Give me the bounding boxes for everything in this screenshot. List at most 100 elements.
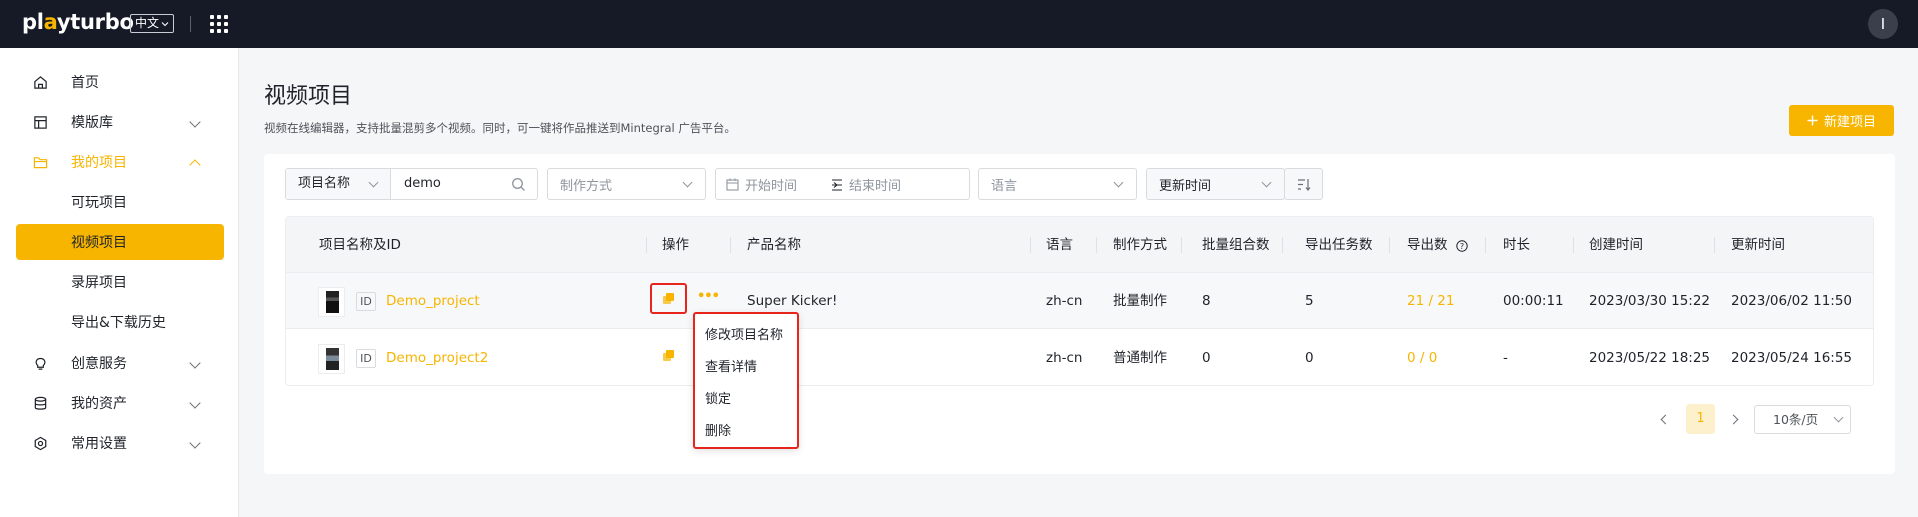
sidebar-item-my-assets[interactable]: 我的资产 <box>16 385 224 421</box>
sidebar-item-settings[interactable]: 常用设置 <box>16 425 224 461</box>
new-project-button[interactable]: 新建项目 <box>1789 105 1894 136</box>
menu-item-view-details[interactable]: 查看详情 <box>705 356 757 375</box>
chevron-down-icon <box>161 21 169 26</box>
chevron-down-icon <box>1833 412 1844 423</box>
language: zh-cn <box>1046 350 1083 366</box>
sidebar-item-my-projects[interactable]: 我的项目 <box>16 144 224 180</box>
sidebar-item-label: 我的资产 <box>71 396 127 412</box>
language-select[interactable]: 中文 <box>130 14 175 33</box>
database-icon <box>34 396 47 410</box>
sidebar-item-recording-projects[interactable]: 录屏项目 <box>16 264 224 300</box>
project-name-link[interactable]: Demo_project2 <box>386 330 488 385</box>
lightbulb-icon <box>35 357 46 370</box>
apps-grid-icon[interactable] <box>210 15 228 33</box>
col-header-tasks: 导出任务数 <box>1305 237 1373 253</box>
sidebar-item-creative-services[interactable]: 创意服务 <box>16 345 224 381</box>
column-divider <box>1282 237 1283 253</box>
mode-select[interactable]: 制作方式 <box>547 168 706 200</box>
table-row[interactable]: ID Demo_project2 zh-cn 普通制作 0 0 0 / 0 - … <box>286 330 1873 385</box>
sidebar-item-label: 视频项目 <box>71 235 127 251</box>
created-time: 2023/03/30 15:22 <box>1589 293 1711 309</box>
video-thumbnail[interactable] <box>318 344 345 374</box>
projects-table: 项目名称及ID 操作 产品名称 语言 制作方式 批量组合数 导出任务数 导出数 … <box>285 216 1874 386</box>
more-actions-menu: 修改项目名称 查看详情 锁定 删除 <box>693 312 799 449</box>
chevron-up-icon <box>189 159 201 171</box>
menu-item-delete[interactable]: 删除 <box>705 420 731 439</box>
project-name-link[interactable]: Demo_project <box>386 273 480 329</box>
column-divider <box>1573 237 1574 253</box>
col-header-product: 产品名称 <box>747 237 801 253</box>
video-thumbnail[interactable] <box>318 287 345 317</box>
plus-icon <box>1807 115 1818 126</box>
more-actions-icon[interactable]: ••• <box>697 289 720 304</box>
updated-time: 2023/06/02 11:50 <box>1731 293 1853 309</box>
user-avatar[interactable]: I <box>1868 9 1898 39</box>
column-divider <box>1030 237 1031 253</box>
created-time: 2023/05/22 18:25 <box>1589 350 1711 366</box>
new-project-label: 新建项目 <box>1823 115 1876 130</box>
search-field-select[interactable]: 项目名称 <box>286 169 391 199</box>
search-input-value: demo <box>404 176 441 191</box>
help-circle-icon[interactable]: ? <box>1456 240 1468 252</box>
combo-count: 0 <box>1202 350 1211 366</box>
col-header-language: 语言 <box>1046 237 1073 253</box>
task-count: 0 <box>1305 350 1314 366</box>
chevron-down-icon <box>189 357 201 369</box>
calendar-icon <box>726 178 739 191</box>
export-count[interactable]: 0 / 0 <box>1407 330 1437 385</box>
sidebar-item-export-history[interactable]: 导出&下载历史 <box>16 304 224 340</box>
sidebar-item-video-projects[interactable]: 视频项目 <box>16 224 224 260</box>
column-divider <box>646 237 647 253</box>
sort-order-button[interactable] <box>1284 168 1323 200</box>
divider <box>190 16 191 32</box>
combo-count: 8 <box>1202 293 1211 309</box>
col-header-updated: 更新时间 <box>1731 237 1785 253</box>
page-title: 视频项目 <box>264 84 353 109</box>
search-input[interactable]: demo <box>404 169 441 199</box>
id-tag[interactable]: ID <box>356 349 376 368</box>
sidebar-item-home[interactable]: 首页 <box>16 64 224 100</box>
sidebar-item-label: 录屏项目 <box>71 275 127 291</box>
playturbo-logo[interactable]: playturbo <box>22 10 134 34</box>
column-divider <box>1485 237 1486 253</box>
language: zh-cn <box>1046 293 1083 309</box>
sort-icon <box>1298 179 1311 191</box>
search-icon[interactable] <box>511 177 526 192</box>
chevron-down-icon <box>368 177 379 188</box>
home-icon <box>34 76 47 89</box>
mode-placeholder: 制作方式 <box>560 178 613 194</box>
language-select[interactable]: 语言 <box>978 168 1137 200</box>
column-divider <box>730 237 731 253</box>
export-count[interactable]: 21 / 21 <box>1407 273 1455 329</box>
page-size-select[interactable]: 10条/页 <box>1754 405 1851 434</box>
page-size-label: 10条/页 <box>1773 412 1819 427</box>
sidebar-item-label: 首页 <box>71 75 99 91</box>
sidebar-item-playable-projects[interactable]: 可玩项目 <box>16 184 224 220</box>
range-separator-icon <box>832 179 842 191</box>
menu-item-lock[interactable]: 锁定 <box>705 388 731 407</box>
copy-icon[interactable] <box>663 293 675 305</box>
page-number-current[interactable]: 1 <box>1686 404 1715 434</box>
sidebar-item-label: 可玩项目 <box>71 195 127 211</box>
logo-text-accent: a <box>43 10 58 34</box>
page-subtitle: 视频在线编辑器，支持批量混剪多个视频。同时，可一键将作品推送到Mintegral… <box>264 121 736 135</box>
date-range-picker[interactable]: 开始时间 结束时间 <box>715 168 970 200</box>
language-label: 中文 <box>135 16 160 30</box>
sidebar-item-label: 创意服务 <box>71 356 127 372</box>
id-tag[interactable]: ID <box>356 292 376 311</box>
duration: - <box>1503 350 1508 366</box>
table-row[interactable]: ID Demo_project ••• Super Kicker! zh-cn … <box>286 273 1873 329</box>
chevron-down-icon <box>1261 177 1272 188</box>
copy-icon[interactable] <box>663 350 675 362</box>
col-header-exports: 导出数 <box>1407 237 1448 253</box>
sidebar-item-templates[interactable]: 模版库 <box>16 104 224 140</box>
top-bar: playturbo 中文 I <box>0 0 1918 48</box>
col-header-created: 创建时间 <box>1589 237 1643 253</box>
duration: 00:00:11 <box>1503 293 1564 309</box>
menu-item-rename[interactable]: 修改项目名称 <box>705 324 783 343</box>
template-icon <box>34 116 47 129</box>
column-divider <box>1096 237 1097 253</box>
sort-field-select[interactable]: 更新时间 <box>1146 168 1285 200</box>
name-search-group: 项目名称 demo <box>285 168 538 200</box>
production-mode: 批量制作 <box>1113 293 1167 309</box>
